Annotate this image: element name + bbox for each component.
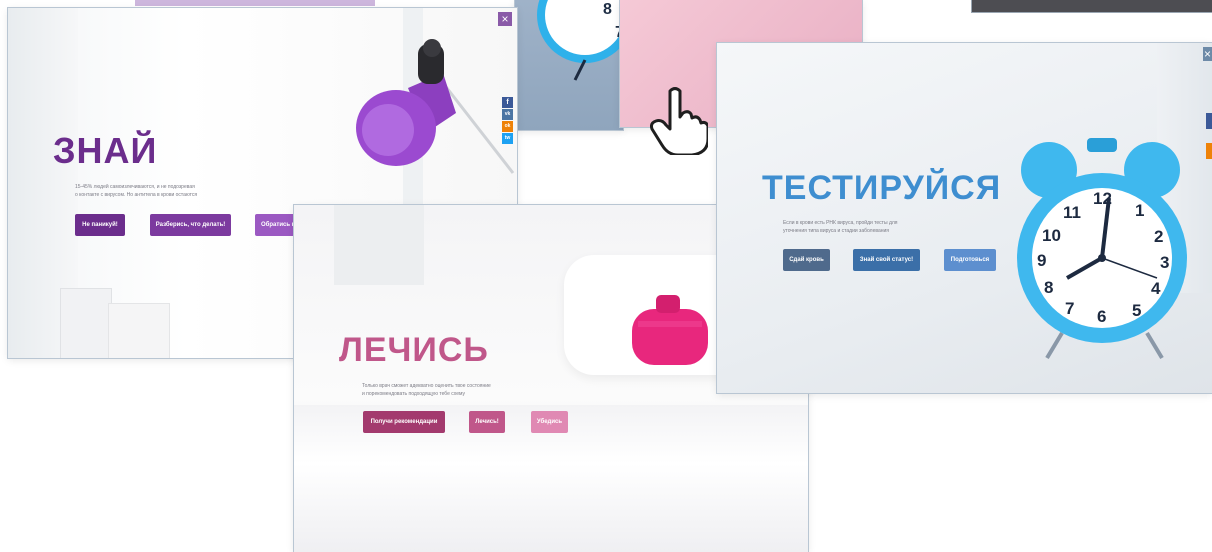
- get-treated-button[interactable]: Лечись!: [469, 411, 505, 433]
- background-card-fragment-dark: [972, 0, 1212, 12]
- svg-text:3: 3: [1160, 253, 1169, 272]
- facebook-share-icon[interactable]: f: [502, 97, 513, 108]
- dont-panic-button[interactable]: Не паникуй!: [75, 214, 125, 236]
- ok-share-icon[interactable]: ok: [502, 121, 513, 132]
- book-decoration: [60, 288, 112, 358]
- svg-text:10: 10: [1042, 226, 1061, 245]
- headline: ЗНАЙ: [53, 130, 158, 171]
- svg-text:11: 11: [1063, 203, 1081, 222]
- alarm-clock-icon: 12 1 2 3 4 5 6 7 8 9 10 11: [1017, 138, 1187, 360]
- make-sure-button[interactable]: Убедись: [531, 411, 568, 433]
- twitter-share-icon[interactable]: tw: [502, 133, 513, 144]
- close-icon[interactable]: ×: [498, 12, 512, 26]
- share-strip-icon[interactable]: [1206, 143, 1212, 159]
- background-card-fragment: [135, 0, 375, 6]
- close-icon[interactable]: ×: [1203, 47, 1212, 61]
- figure-out-button[interactable]: Разберись, что делать!: [150, 214, 231, 236]
- lamp-base-decoration: [334, 205, 424, 285]
- subtitle-line: Если в крови есть РНК вируса, пройди тес…: [783, 220, 898, 226]
- subtitle-line: о контакте с вирусом. Но антитела в кров…: [75, 192, 198, 198]
- vk-share-icon[interactable]: vk: [502, 109, 513, 120]
- donate-blood-button[interactable]: Сдай кровь: [783, 249, 830, 271]
- prepare-button[interactable]: Подготовься: [944, 249, 996, 271]
- headline: ТЕСТИРУЙСЯ: [762, 169, 1002, 207]
- know-your-status-button[interactable]: Знай свой статус!: [853, 249, 920, 271]
- svg-text:5: 5: [1132, 301, 1141, 320]
- share-strip-icon[interactable]: [1206, 113, 1212, 129]
- svg-text:7: 7: [1065, 299, 1074, 318]
- subtitle-line: уточнения типа вируса и стадии заболеван…: [783, 228, 889, 234]
- promo-card-testiruysya: 12 1 2 3 4 5 6 7 8 9 10 11 ТЕСТИРУЙСЯ Ес…: [717, 43, 1212, 393]
- subtitle-line: Только врач сможет адекватно оценить тво…: [362, 383, 491, 389]
- svg-text:8: 8: [1044, 278, 1053, 297]
- pointer-hand-icon: [650, 87, 708, 155]
- svg-text:9: 9: [1037, 251, 1046, 270]
- svg-text:4: 4: [1151, 279, 1161, 298]
- get-recommendations-button[interactable]: Получи рекомендации: [363, 411, 445, 433]
- svg-text:8: 8: [603, 1, 612, 18]
- alarm-clock-icon: 8 7: [537, 0, 623, 81]
- headline: ЛЕЧИСЬ: [339, 331, 489, 369]
- hot-water-bottle-icon: [632, 295, 708, 365]
- lamp-icon: [356, 39, 515, 174]
- book-decoration: [108, 303, 170, 358]
- svg-text:6: 6: [1097, 307, 1106, 326]
- background-clock-card: 8 7: [515, 0, 623, 130]
- svg-text:2: 2: [1154, 227, 1163, 246]
- subtitle-line: 15-45% людей самоизлечиваются, и не подо…: [75, 184, 195, 190]
- subtitle-line: и порекомендовать подходящую тебе схему: [362, 391, 465, 397]
- svg-text:1: 1: [1135, 201, 1144, 220]
